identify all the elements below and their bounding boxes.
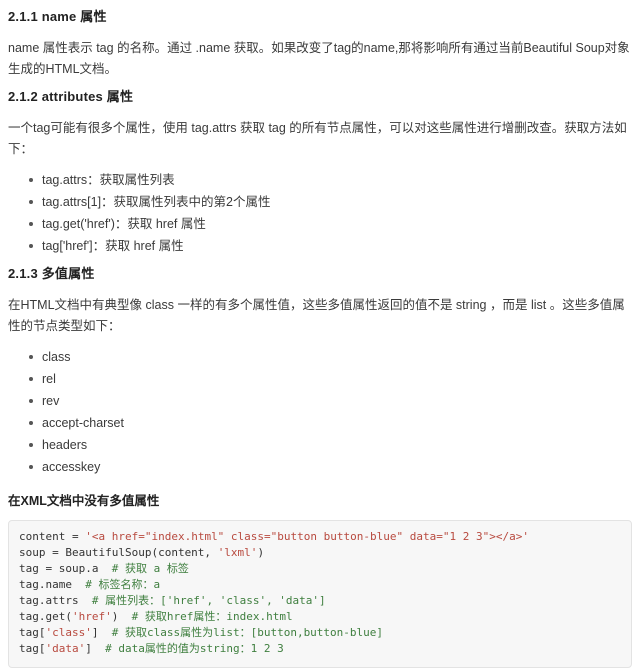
code-token: tag[ (19, 626, 46, 639)
list-item: rel (29, 368, 632, 390)
xml-note: 在XML文档中没有多值属性 (8, 494, 160, 508)
list-item: accept-charset (29, 412, 632, 434)
code-token: soup = BeautifulSoup(content, (19, 546, 218, 559)
section-heading-211: 2.1.1 name 属性 (8, 9, 107, 24)
code-token: 'href' (71, 610, 112, 623)
multivalue-attributes-list: class rel rev accept-charset headers acc… (8, 346, 632, 478)
code-token: # 获取 a 标签 (111, 562, 189, 575)
code-content: content = '<a href="index.html" class="b… (19, 529, 621, 657)
code-token: content = (19, 530, 86, 543)
code-line: soup = BeautifulSoup(content, 'lxml') (19, 546, 264, 559)
list-item: headers (29, 434, 632, 456)
code-line: tag.attrs # 属性列表：['href', 'class', 'data… (19, 594, 326, 607)
code-token: # 标签名称：a (85, 578, 161, 591)
code-token: ] (85, 642, 106, 655)
code-token: # 获取href属性：index.html (131, 610, 293, 623)
code-token: 'lxml' (217, 546, 258, 559)
document-body: 2.1.1 name 属性 name 属性表示 tag 的名称。通过 .name… (0, 0, 640, 668)
code-block: content = '<a href="index.html" class="b… (8, 520, 632, 668)
section-paragraph-212: 一个tag可能有很多个属性，使用 tag.attrs 获取 tag 的所有节点属… (8, 121, 627, 156)
code-line: tag.name # 标签名称：a (19, 578, 160, 591)
code-token: tag[ (19, 642, 46, 655)
section-paragraph-213: 在HTML文档中有典型像 class 一样的有多个属性值，这些多值属性返回的值不… (8, 298, 625, 333)
code-token: ] (91, 626, 112, 639)
code-token: tag = soup.a (19, 562, 112, 575)
code-line: tag = soup.a # 获取 a 标签 (19, 562, 189, 575)
code-token: # 获取class属性为list：[button,button-blue] (111, 626, 384, 639)
code-token: ) (111, 610, 132, 623)
code-line: tag['data'] # data属性的值为string：1 2 3 (19, 642, 284, 655)
code-token: tag.name (19, 578, 86, 591)
code-token: tag.attrs (19, 594, 92, 607)
list-item: tag.attrs：获取属性列表 (29, 169, 632, 191)
section-heading-213: 2.1.3 多值属性 (8, 266, 95, 281)
code-line: tag.get('href') # 获取href属性：index.html (19, 610, 293, 623)
list-item: class (29, 346, 632, 368)
section-paragraph-211: name 属性表示 tag 的名称。通过 .name 获取。如果改变了tag的n… (8, 41, 630, 76)
list-item: accesskey (29, 456, 632, 478)
code-line: tag['class'] # 获取class属性为list：[button,bu… (19, 626, 383, 639)
code-line: content = '<a href="index.html" class="b… (19, 530, 529, 543)
code-token: tag.get( (19, 610, 72, 623)
attribute-methods-list: tag.attrs：获取属性列表 tag.attrs[1]：获取属性列表中的第2… (8, 169, 632, 257)
code-token: # data属性的值为string：1 2 3 (105, 642, 284, 655)
list-item: tag['href']：获取 href 属性 (29, 235, 632, 257)
code-token: # 属性列表：['href', 'class', 'data'] (91, 594, 326, 607)
list-item: tag.attrs[1]：获取属性列表中的第2个属性 (29, 191, 632, 213)
section-heading-212: 2.1.2 attributes 属性 (8, 89, 134, 104)
list-item: rev (29, 390, 632, 412)
code-token: 'class' (45, 626, 92, 639)
code-token: 'data' (45, 642, 86, 655)
code-token: ) (257, 546, 265, 559)
list-item: tag.get('href')：获取 href 属性 (29, 213, 632, 235)
code-token: '<a href="index.html" class="button butt… (85, 530, 529, 543)
